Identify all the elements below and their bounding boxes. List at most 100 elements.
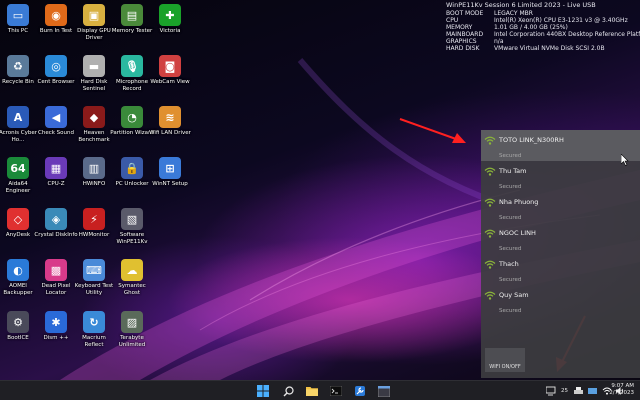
- taskbar-app-window[interactable]: [377, 384, 391, 398]
- flame-icon: ◉: [45, 4, 67, 26]
- wrench-app-icon: [355, 386, 365, 396]
- microphone-icon: 🎙: [121, 55, 143, 77]
- lock-icon: 🔒: [121, 157, 143, 179]
- network-tray-icon[interactable]: [546, 386, 557, 396]
- desktop-icon[interactable]: ◐ AOMEI Backupper: [0, 259, 37, 296]
- display-icon[interactable]: [588, 387, 597, 396]
- wifi-signal-icon: [484, 167, 496, 176]
- printer-icon[interactable]: [574, 386, 583, 396]
- wifi-network-name: NGOC LINH: [499, 229, 536, 237]
- wifi-network-item[interactable]: Quy Sam Secured: [481, 285, 640, 316]
- desktop-icon[interactable]: ▬ Hard Disk Sentinel: [75, 55, 113, 92]
- wifi-network-item[interactable]: Nha Phuong Secured: [481, 192, 640, 223]
- heaven-icon: ◆: [83, 106, 105, 128]
- desktop-icon[interactable]: ⚡ HWMonitor: [75, 208, 113, 239]
- crystal-icon: ◈: [45, 208, 67, 230]
- desktop-icon[interactable]: ↻ Macrium Reflect: [75, 311, 113, 348]
- desktop-icon[interactable]: ◎ Cent Browser: [37, 55, 75, 86]
- desktop-icon[interactable]: A Acronis Cyber Ho...: [0, 106, 37, 143]
- software-icon: ▧: [121, 208, 143, 230]
- wifi-signal-icon: [484, 291, 496, 300]
- wifi-network-item[interactable]: NGOC LINH Secured: [481, 223, 640, 254]
- desktop-icon[interactable]: ▩ Dead Pixel Locator: [37, 259, 75, 296]
- desktop-icon[interactable]: ▥ HWiNFO: [75, 157, 113, 188]
- desktop-icon[interactable]: ▭ This PC: [0, 4, 37, 35]
- desktop-icon-label: Software WinPE11Kv: [116, 232, 148, 245]
- wifi-network-item[interactable]: Thach Secured: [481, 254, 640, 285]
- hwmonitor-icon: ⚡: [83, 208, 105, 230]
- desktop-icon[interactable]: ☁ Symantec Ghost: [113, 259, 151, 296]
- desktop-icon[interactable]: ✱ Dism ++: [37, 311, 75, 342]
- keyboard-icon: ⌨: [83, 259, 105, 281]
- webcam-icon: ◙: [159, 55, 181, 77]
- desktop-icon[interactable]: ♻ Recycle Bin: [0, 55, 37, 86]
- desktop-icon-label: Victoria: [159, 28, 181, 34]
- terminal-icon: [330, 386, 342, 396]
- red-arrow-to-network: [399, 118, 466, 143]
- desktop-icon-label: WebCam View: [150, 79, 190, 85]
- desktop-icon[interactable]: ≋ Wifi LAN Driver: [149, 106, 191, 137]
- desktop-icon-label: Symantec Ghost: [118, 283, 146, 296]
- desktop-icon[interactable]: ◇ AnyDesk: [0, 208, 37, 239]
- wifi-network-name: Thu Tam: [499, 167, 527, 175]
- windows-setup-icon: ⊞: [159, 157, 181, 179]
- cpu-icon: ▦: [45, 157, 67, 179]
- desktop-icon[interactable]: ◔ Partition Wizard: [110, 106, 154, 137]
- taskbar-file-explorer[interactable]: [305, 384, 319, 398]
- gears-icon: ✱: [45, 311, 67, 333]
- desktop-icon[interactable]: ◀ Check Sound: [37, 106, 75, 137]
- desktop-icon[interactable]: 🎙 Microphone Record: [113, 55, 151, 92]
- folder-icon: [306, 387, 318, 396]
- desktop-icon[interactable]: ⚙ BootICE: [0, 311, 37, 342]
- wifi-network-name: Thach: [499, 260, 519, 268]
- wifi-network-status: Secured: [499, 246, 522, 252]
- sysinfo-row-hard-disk: HARD DISK VMware Virtual NVMe Disk SCSI 2…: [446, 45, 605, 52]
- desktop-icon[interactable]: 🔒 PC Unlocker: [113, 157, 151, 188]
- wifi-network-status: Secured: [499, 184, 522, 190]
- desktop-icon[interactable]: 64 Aida64 Engineer: [0, 157, 37, 194]
- desktop-icon-label: Terabyte Unlimited: [118, 335, 146, 348]
- taskbar-search-button[interactable]: [281, 384, 295, 398]
- window-app-icon: [378, 385, 390, 397]
- wifi-network-status: Secured: [499, 153, 522, 159]
- desktop-icon[interactable]: ⊞ WinNT Setup: [151, 157, 189, 188]
- desktop-icon[interactable]: ◉ Burn In Test: [37, 4, 75, 35]
- memory-icon: ▤: [121, 4, 143, 26]
- taskbar-command-prompt[interactable]: [329, 384, 343, 398]
- sysinfo-row-cpu: CPU Intel(R) Xeon(R) CPU E3-1231 v3 @ 3.4…: [446, 17, 628, 24]
- clock-time: 9:07 AM: [611, 383, 634, 389]
- speaker-icon: ◀: [45, 106, 67, 128]
- bootice-icon: ⚙: [7, 311, 29, 333]
- desktop-icon[interactable]: ▦ CPU-Z: [37, 157, 75, 188]
- wifi-network-status: Secured: [499, 277, 522, 283]
- hwinfo-icon: ▥: [83, 157, 105, 179]
- start-button[interactable]: [256, 384, 270, 398]
- desktop-icon[interactable]: ⌨ Keyboard Test Utility: [75, 259, 113, 296]
- terabyte-icon: ▨: [121, 311, 143, 333]
- desktop-icon[interactable]: ▧ Software WinPE11Kv: [113, 208, 151, 245]
- wifi-toggle-button[interactable]: WIFI ON/OFF: [485, 348, 525, 372]
- wifi-network-panel: TOTO LINK_N300RH Secured Thu Tam Secured Nha…: [481, 130, 640, 378]
- desktop-icon[interactable]: ✚ Victoria: [151, 4, 189, 35]
- desktop-icon[interactable]: ▤ Memory Tester: [112, 4, 152, 35]
- wifi-network-name: Nha Phuong: [499, 198, 539, 206]
- wifi-network-item[interactable]: Thu Tam Secured: [481, 161, 640, 192]
- monitor-icon: ▭: [7, 4, 29, 26]
- sysinfo-row-mainboard: MAINBOARD Intel Corporation 440BX Desktop…: [446, 31, 640, 38]
- wifi-signal-icon: [484, 260, 496, 269]
- desktop-icon[interactable]: ▨ Terabyte Unlimited: [113, 311, 151, 348]
- sysinfo-row-memory: MEMORY 1.01 GB / 4.00 GB (25%): [446, 24, 568, 31]
- windows-logo-icon: [257, 385, 269, 397]
- taskbar-clock[interactable]: 9:07 AM 2/7/2023: [609, 383, 634, 397]
- wifi-signal-icon: [484, 229, 496, 238]
- wifi-network-item[interactable]: TOTO LINK_N300RH Secured: [481, 130, 640, 161]
- anydesk-icon: ◇: [7, 208, 29, 230]
- taskbar-app-tool[interactable]: [353, 384, 367, 398]
- desktop-icon[interactable]: ◙ WebCam View: [150, 55, 190, 86]
- desktop-icon[interactable]: ◆ Heaven Benchmark: [75, 106, 113, 143]
- recycle-bin-icon: ♻: [7, 55, 29, 77]
- desktop-icon[interactable]: ◈ Crystal DiskInfo: [34, 208, 78, 239]
- wifi-signal-icon: [484, 198, 496, 207]
- system-info-title: WinPE11Kv Session 6 Limited 2023 - Live …: [446, 1, 596, 9]
- desktop-icon[interactable]: ▣ Display GPU Driver: [75, 4, 113, 41]
